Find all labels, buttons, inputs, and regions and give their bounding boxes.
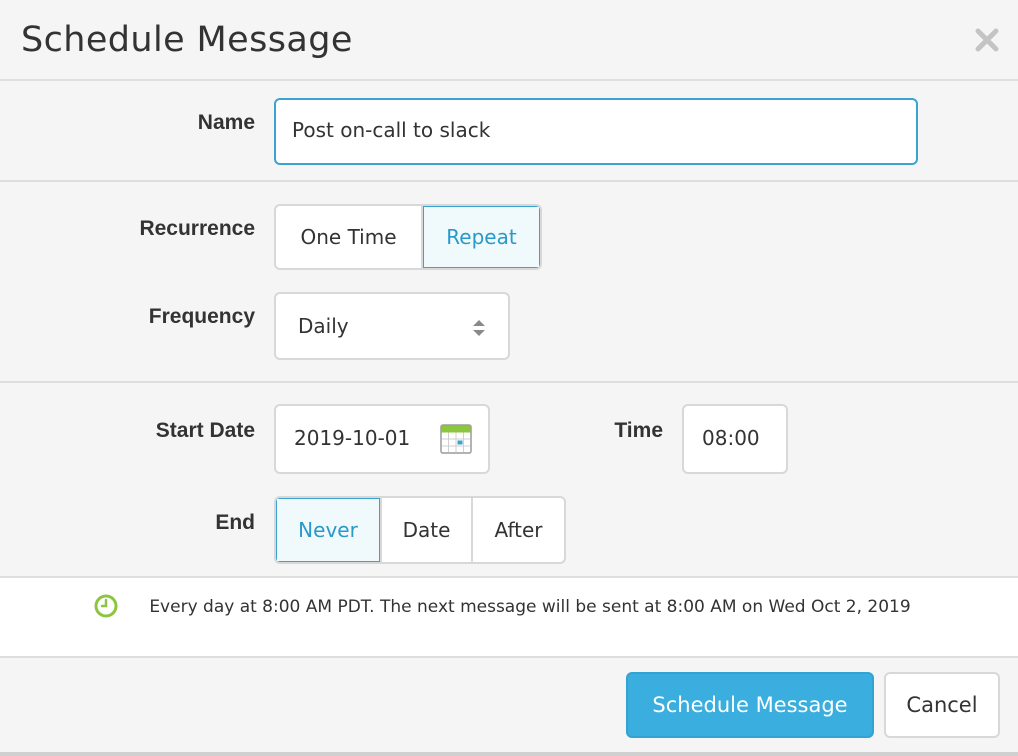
cancel-button[interactable]: Cancel — [884, 672, 1000, 738]
start-date-label: Start Date — [155, 419, 255, 442]
sort-arrows-icon — [472, 318, 486, 342]
frequency-value: Daily — [298, 314, 349, 338]
recurrence-toggle: One Time Repeat — [274, 204, 542, 270]
recurrence-one-time-option[interactable]: One Time — [276, 206, 423, 268]
frequency-label: Frequency — [148, 305, 255, 328]
section-divider — [0, 180, 1018, 182]
close-icon[interactable] — [973, 26, 1001, 54]
dialog-title: Schedule Message — [21, 20, 353, 60]
clock-icon — [94, 594, 118, 623]
start-date-value: 2019-10-01 — [294, 426, 411, 450]
name-label: Name — [197, 111, 255, 134]
schedule-summary: Every day at 8:00 AM PDT. The next messa… — [0, 576, 1018, 658]
section-divider — [0, 381, 1018, 383]
dialog-bottom-border — [0, 752, 1018, 756]
frequency-select[interactable]: Daily — [274, 292, 510, 360]
name-input[interactable]: Post on-call to slack — [274, 98, 918, 165]
time-label: Time — [614, 419, 663, 442]
schedule-message-button[interactable]: Schedule Message — [626, 672, 874, 738]
recurrence-label: Recurrence — [139, 217, 255, 240]
summary-text: Every day at 8:00 AM PDT. The next messa… — [149, 597, 911, 617]
schedule-message-dialog: Schedule Message Name Post on-call to sl… — [0, 0, 1018, 756]
end-date-option[interactable]: Date — [382, 498, 473, 562]
end-never-option[interactable]: Never — [276, 498, 382, 562]
dialog-header: Schedule Message — [0, 0, 1018, 81]
end-label: End — [215, 511, 255, 534]
recurrence-repeat-option[interactable]: Repeat — [423, 206, 540, 268]
end-toggle: Never Date After — [274, 496, 566, 564]
time-input[interactable]: 08:00 — [682, 404, 788, 474]
end-after-option[interactable]: After — [473, 498, 564, 562]
